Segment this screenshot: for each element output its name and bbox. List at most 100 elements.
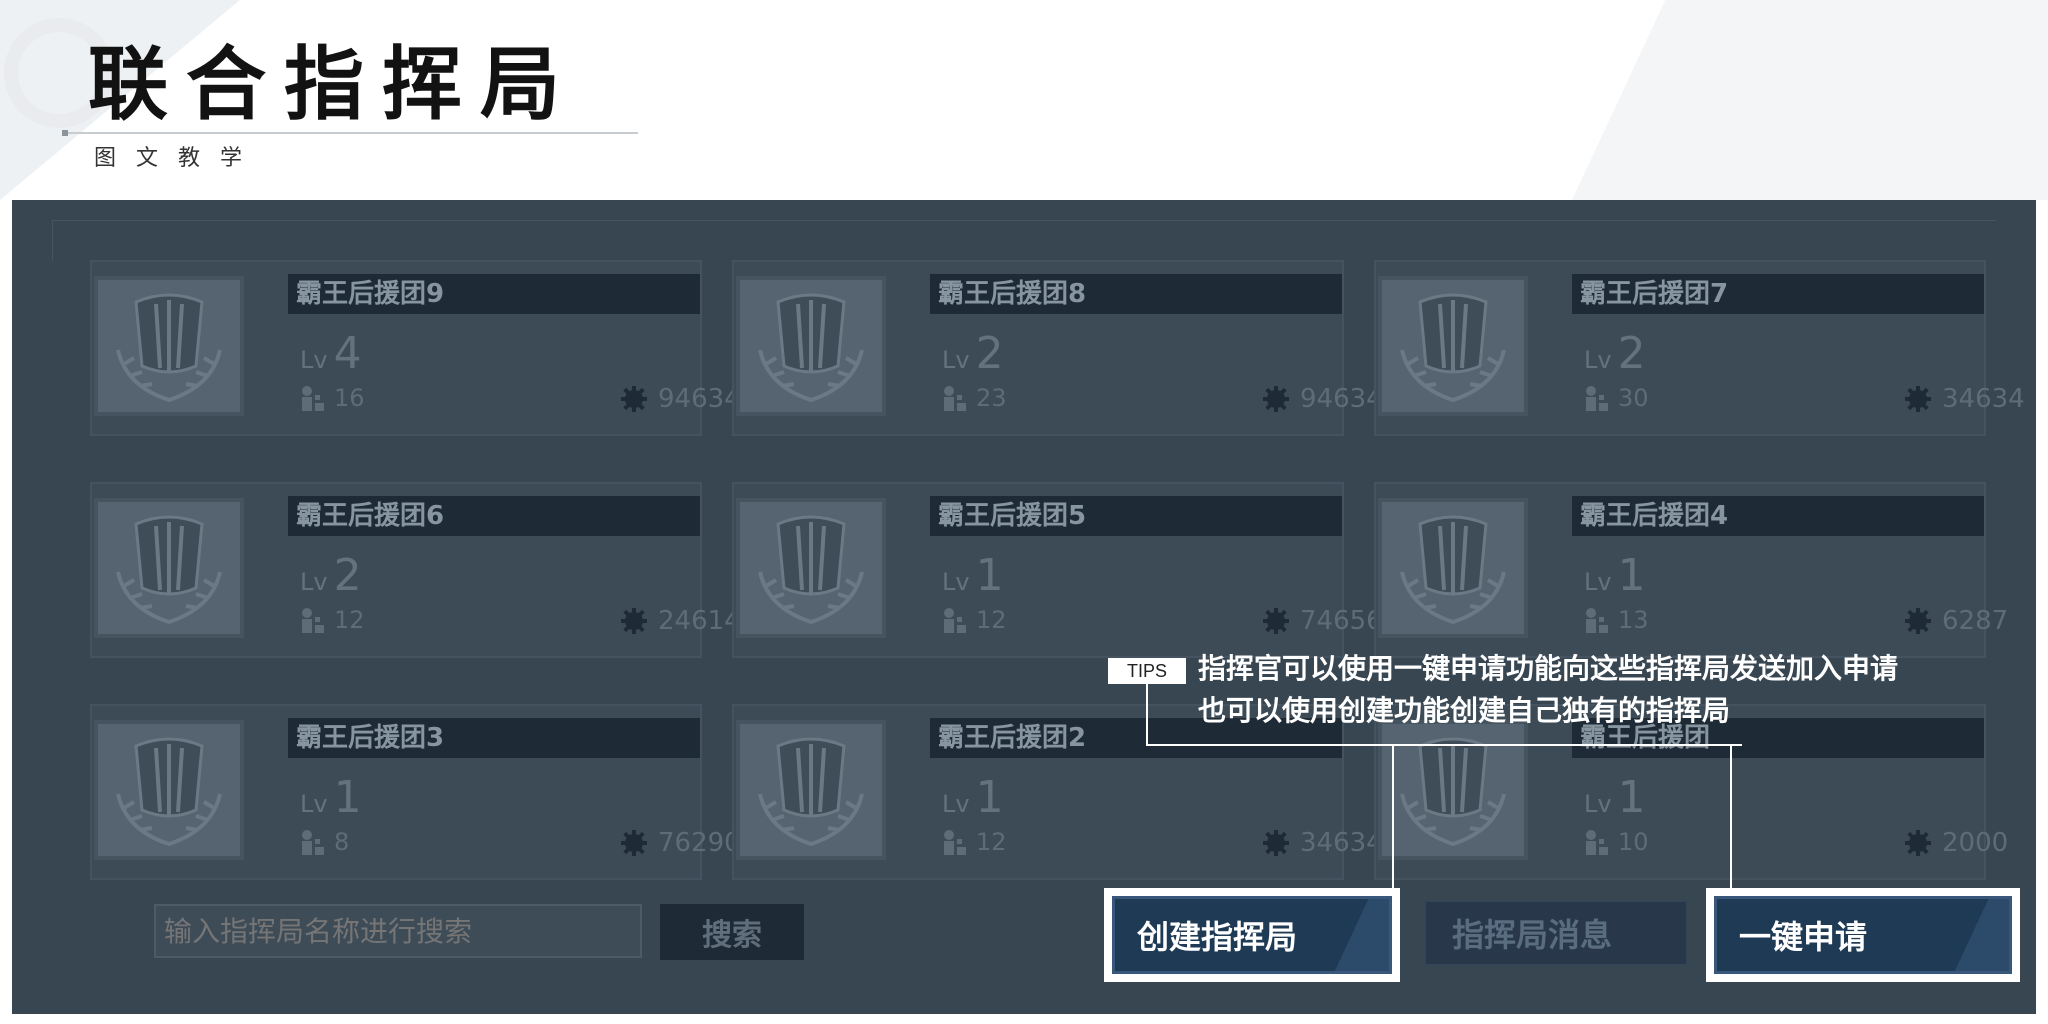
power-value: 34634 [1942,384,2025,414]
member-count: 13 [1584,606,1649,634]
bureau-power: 94634 [1262,384,1383,414]
tips-line-1: 指挥官可以使用一键申请功能向这些指挥局发送加入申请 [1198,652,1899,685]
member-count-value: 10 [1618,828,1649,856]
commander-emblem-icon [94,720,244,860]
bureau-power: 74656 [1262,606,1383,636]
commander-emblem-icon [736,498,886,638]
level-value: 2 [1617,328,1646,379]
bureau-messages-button[interactable]: 指挥局消息 [1424,900,1688,966]
bureau-name: 霸王后援团6 [288,496,700,536]
bureau-name: 霸王后援团4 [1572,496,1984,536]
commander-emblem-icon [736,720,886,860]
commander-emblem-icon [1378,276,1528,416]
bureau-level: Lv 1 [942,772,1004,823]
title-divider [64,132,638,134]
power-value: 34634 [1300,828,1383,858]
create-bureau-highlight: 创建指挥局 [1104,888,1400,982]
level-value: 1 [1617,550,1646,601]
members-icon [302,608,324,633]
member-count: 30 [1584,384,1649,412]
level-label: Lv [300,346,328,374]
bureau-card[interactable]: 霸王后援团4 Lv 1 13 6287 [1374,482,2008,658]
tips-line-2: 也可以使用创建功能创建自己独有的指挥局 [1198,694,1731,727]
member-count-value: 8 [334,828,350,856]
level-label: Lv [942,568,970,596]
member-count: 16 [300,384,365,412]
level-value: 1 [1617,772,1646,823]
create-bureau-button[interactable]: 创建指挥局 [1112,896,1392,974]
search-button[interactable]: 搜索 [660,904,804,960]
bureau-card[interactable]: 霸王后援团7 Lv 2 30 34634 [1374,260,2025,436]
members-icon [944,608,966,633]
bureau-card[interactable]: 霸王后援团3 Lv 1 8 76290 [90,704,741,880]
member-count: 10 [1584,828,1649,856]
level-label: Lv [300,568,328,596]
level-value: 4 [333,328,362,379]
bureau-power: 6287 [1904,606,2008,636]
member-count-value: 12 [976,606,1007,634]
bureau-name: 霸王后援团8 [930,274,1342,314]
commander-emblem-icon [94,498,244,638]
bureau-level: Lv 1 [942,550,1004,601]
page-title: 联合指挥局 [88,38,578,131]
gear-icon [621,386,647,412]
level-label: Lv [1584,790,1612,818]
gear-icon [1905,386,1931,412]
members-icon [944,830,966,855]
tip-connector [1146,744,1742,746]
bureau-name: 霸王后援团5 [930,496,1342,536]
power-value: 24614 [658,606,741,636]
gear-icon [1263,830,1289,856]
bureau-power: 94634 [620,384,741,414]
commander-emblem-icon [94,276,244,416]
gear-icon [1905,608,1931,634]
bureau-name: 霸王后援团9 [288,274,700,314]
member-count-value: 12 [976,828,1007,856]
gear-icon [621,608,647,634]
member-count: 12 [300,606,365,634]
power-value: 74656 [1300,606,1383,636]
bureau-card[interactable]: 霸王后援团8 Lv 2 23 94634 [732,260,1383,436]
gear-icon [1263,608,1289,634]
bureau-card[interactable]: 霸王后援团9 Lv 4 16 94634 [90,260,741,436]
level-value: 2 [975,328,1004,379]
gear-icon [1905,830,1931,856]
bureau-power: 2000 [1904,828,2008,858]
bureau-card[interactable]: 霸王后援团5 Lv 1 12 74656 [732,482,1383,658]
tip-connector [1730,744,1732,888]
bureau-card[interactable]: 霸王后援团6 Lv 2 12 24614 [90,482,741,658]
bureau-power: 76290 [620,828,741,858]
bureau-level: Lv 1 [1584,772,1646,823]
level-value: 1 [975,772,1004,823]
tip-connector [1392,744,1394,888]
background-decoration-right [1348,0,2048,200]
search-input[interactable] [154,904,642,958]
level-value: 1 [333,772,362,823]
level-value: 1 [975,550,1004,601]
bureau-name: 霸王后援团3 [288,718,700,758]
one-click-apply-highlight: 一键申请 [1706,888,2020,982]
members-icon [302,830,324,855]
bureau-level: Lv 2 [300,550,362,601]
member-count: 23 [942,384,1007,412]
bureau-name: 霸王后援团7 [1572,274,1984,314]
level-label: Lv [942,346,970,374]
power-value: 2000 [1942,828,2009,858]
member-count-value: 12 [334,606,365,634]
one-click-apply-button[interactable]: 一键申请 [1714,896,2012,974]
game-screen: 霸王后援团9 Lv 4 16 94634 霸王后援团8 Lv 2 23 9463… [12,200,2036,1014]
power-value: 76290 [658,828,741,858]
power-value: 94634 [658,384,741,414]
bureau-level: Lv 1 [300,772,362,823]
page-subtitle: 图文教学 [94,146,263,171]
bureau-level: Lv 1 [1584,550,1646,601]
bureau-level: Lv 4 [300,328,362,379]
gear-icon [621,830,647,856]
bureau-level: Lv 2 [1584,328,1646,379]
bureau-power: 34634 [1904,384,2025,414]
members-icon [1586,386,1608,411]
title-divider-dot [62,130,68,136]
member-count: 12 [942,828,1007,856]
member-count-value: 23 [976,384,1007,412]
tip-connector [1146,684,1148,746]
